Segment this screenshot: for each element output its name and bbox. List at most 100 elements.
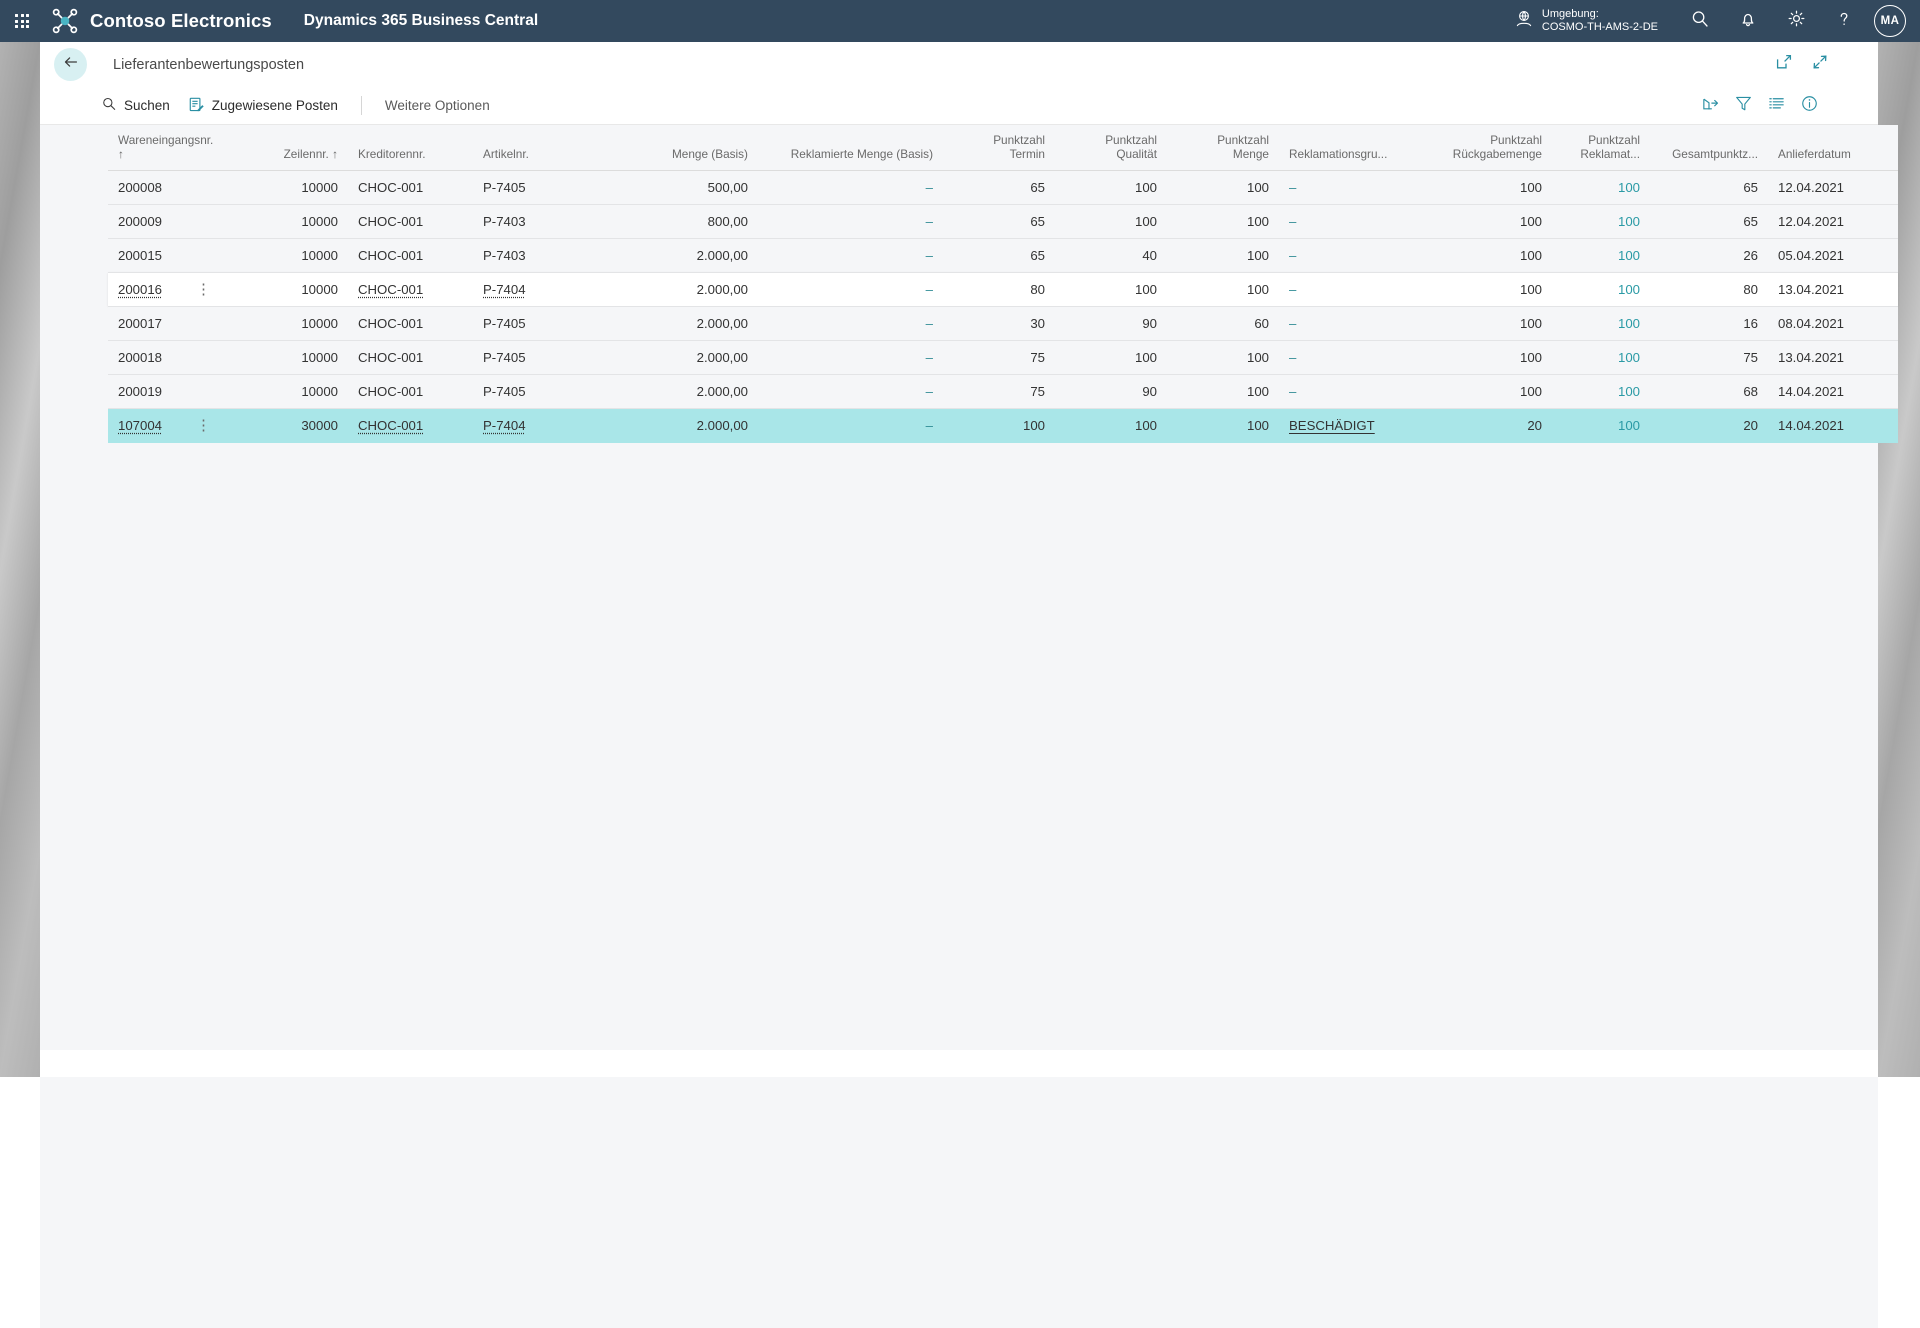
cell-score_quality[interactable]: 100	[1055, 408, 1167, 443]
cell-score_qty[interactable]: 100	[1167, 238, 1279, 273]
cell-claimed_qty[interactable]: –	[758, 340, 943, 375]
column-header-item_no[interactable]: Artikelnr.	[473, 125, 633, 171]
cell-claimed_qty[interactable]: –	[758, 204, 943, 239]
cell-vendor_no[interactable]: CHOC-001	[348, 374, 473, 409]
claim-reason-link[interactable]: BESCHÄDIGT	[1289, 418, 1375, 433]
score-claim-value[interactable]: 100	[1618, 180, 1640, 195]
cell-claim_reason[interactable]: –	[1279, 340, 1414, 375]
cell-line_no[interactable]: 10000	[223, 238, 348, 273]
receipt-no-link[interactable]: 107004	[118, 418, 162, 433]
score-claim-value[interactable]: 100	[1618, 384, 1640, 399]
search-button[interactable]	[1676, 0, 1724, 42]
column-header-score_return[interactable]: Punktzahl Rückgabemenge	[1414, 125, 1552, 171]
cell-score_quality[interactable]: 40	[1055, 238, 1167, 273]
cell-score_date[interactable]: 75	[943, 374, 1055, 409]
cell-delivery_date[interactable]: 14.04.2021	[1768, 374, 1898, 409]
cell-receipt_no[interactable]: 200019⋮	[108, 374, 223, 409]
cell-score_total[interactable]: 68	[1650, 374, 1768, 409]
cell-receipt_no[interactable]: 200018⋮	[108, 340, 223, 375]
cell-score_return[interactable]: 100	[1414, 204, 1552, 239]
column-header-delivery_date[interactable]: Anlieferdatum	[1768, 125, 1898, 171]
receipt-no-link[interactable]: 200017	[118, 316, 162, 331]
receipt-no-link[interactable]: 200016	[118, 282, 162, 297]
cell-score_date[interactable]: 30	[943, 306, 1055, 341]
cell-line_no[interactable]: 30000	[223, 408, 348, 443]
row-menu-icon[interactable]: ⋮	[196, 282, 213, 297]
cell-delivery_date[interactable]: 05.04.2021	[1768, 238, 1898, 273]
column-header-score_quality[interactable]: Punktzahl Qualität	[1055, 125, 1167, 171]
cell-claim_reason[interactable]: –	[1279, 306, 1414, 341]
cell-claimed_qty[interactable]: –	[758, 170, 943, 205]
cell-delivery_date[interactable]: 08.04.2021	[1768, 306, 1898, 341]
list-view-button[interactable]	[1760, 90, 1793, 122]
cell-score_quality[interactable]: 90	[1055, 306, 1167, 341]
table-row[interactable]: 200018⋮10000CHOC-001P-74052.000,00–75100…	[108, 340, 1898, 375]
cell-score_claim[interactable]: 100	[1552, 272, 1650, 307]
cell-score_quality[interactable]: 100	[1055, 204, 1167, 239]
cell-score_date[interactable]: 65	[943, 170, 1055, 205]
cell-score_claim[interactable]: 100	[1552, 374, 1650, 409]
cell-score_return[interactable]: 100	[1414, 374, 1552, 409]
cell-delivery_date[interactable]: 12.04.2021	[1768, 204, 1898, 239]
score-claim-value[interactable]: 100	[1618, 248, 1640, 263]
vendor_no-link[interactable]: CHOC-001	[358, 316, 423, 331]
cell-vendor_no[interactable]: CHOC-001	[348, 306, 473, 341]
cell-score_return[interactable]: 20	[1414, 408, 1552, 443]
column-header-qty_base[interactable]: Menge (Basis)	[633, 125, 758, 171]
user-avatar[interactable]: MA	[1874, 5, 1906, 37]
cell-qty_base[interactable]: 2.000,00	[633, 272, 758, 307]
column-header-score_total[interactable]: Gesamtpunktz...	[1650, 125, 1768, 171]
cell-score_claim[interactable]: 100	[1552, 408, 1650, 443]
cell-score_claim[interactable]: 100	[1552, 170, 1650, 205]
cell-vendor_no[interactable]: CHOC-001	[348, 238, 473, 273]
cell-qty_base[interactable]: 2.000,00	[633, 306, 758, 341]
score-claim-value[interactable]: 100	[1618, 214, 1640, 229]
table-row[interactable]: 200015⋮10000CHOC-001P-74032.000,00–65401…	[108, 238, 1898, 273]
row-menu-icon[interactable]: ⋮	[196, 418, 213, 433]
column-header-claimed_qty[interactable]: Reklamierte Menge (Basis)	[758, 125, 943, 171]
cell-score_date[interactable]: 65	[943, 238, 1055, 273]
cell-score_total[interactable]: 65	[1650, 204, 1768, 239]
column-header-claim_reason[interactable]: Reklamationsgru...	[1279, 125, 1414, 171]
settings-button[interactable]	[1772, 0, 1820, 42]
cell-vendor_no[interactable]: CHOC-001	[348, 408, 473, 443]
column-header-score_qty[interactable]: Punktzahl Menge	[1167, 125, 1279, 171]
environment-indicator[interactable]: Umgebung: COSMO-TH-AMS-2-DE	[1514, 8, 1658, 35]
cell-qty_base[interactable]: 500,00	[633, 170, 758, 205]
cell-claim_reason[interactable]: –	[1279, 170, 1414, 205]
cell-claimed_qty[interactable]: –	[758, 374, 943, 409]
cell-qty_base[interactable]: 2.000,00	[633, 238, 758, 273]
vendor_no-link[interactable]: CHOC-001	[358, 384, 423, 399]
cell-receipt_no[interactable]: 200008⋮	[108, 170, 223, 205]
vendor_no-link[interactable]: CHOC-001	[358, 248, 423, 263]
cell-claim_reason[interactable]: –	[1279, 374, 1414, 409]
column-header-vendor_no[interactable]: Kreditorennr.	[348, 125, 473, 171]
column-header-receipt_no[interactable]: Wareneingangsnr. ↑	[108, 125, 223, 171]
table-row[interactable]: 200017⋮10000CHOC-001P-74052.000,00–30906…	[108, 306, 1898, 341]
cell-claimed_qty[interactable]: –	[758, 238, 943, 273]
cell-receipt_no[interactable]: 200016 ⋮	[108, 272, 223, 307]
info-button[interactable]	[1793, 90, 1826, 122]
cell-qty_base[interactable]: 800,00	[633, 204, 758, 239]
more-options-command[interactable]: Weitere Optionen	[376, 98, 499, 113]
receipt-no-link[interactable]: 200018	[118, 350, 162, 365]
vendor_no-link[interactable]: CHOC-001	[358, 180, 423, 195]
cell-claim_reason[interactable]: –	[1279, 204, 1414, 239]
cell-score_total[interactable]: 26	[1650, 238, 1768, 273]
item_no-link[interactable]: P-7404	[483, 418, 526, 433]
cell-score_qty[interactable]: 100	[1167, 408, 1279, 443]
table-row[interactable]: 200008⋮10000CHOC-001P-7405500,00–6510010…	[108, 170, 1898, 205]
cell-score_qty[interactable]: 100	[1167, 204, 1279, 239]
cell-score_claim[interactable]: 100	[1552, 340, 1650, 375]
cell-score_quality[interactable]: 90	[1055, 374, 1167, 409]
score-claim-value[interactable]: 100	[1618, 418, 1640, 433]
table-row[interactable]: 200016 ⋮ 10000 CHOC-001 P-7404 2.000,00–80 100…	[108, 272, 1898, 307]
cell-item_no[interactable]: P-7404	[473, 272, 633, 307]
cell-score_return[interactable]: 100	[1414, 306, 1552, 341]
cell-score_date[interactable]: 65	[943, 204, 1055, 239]
cell-delivery_date[interactable]: 13.04.2021	[1768, 340, 1898, 375]
cell-line_no[interactable]: 10000	[223, 306, 348, 341]
cell-vendor_no[interactable]: CHOC-001	[348, 272, 473, 307]
cell-receipt_no[interactable]: 200015⋮	[108, 238, 223, 273]
cell-item_no[interactable]: P-7405	[473, 306, 633, 341]
